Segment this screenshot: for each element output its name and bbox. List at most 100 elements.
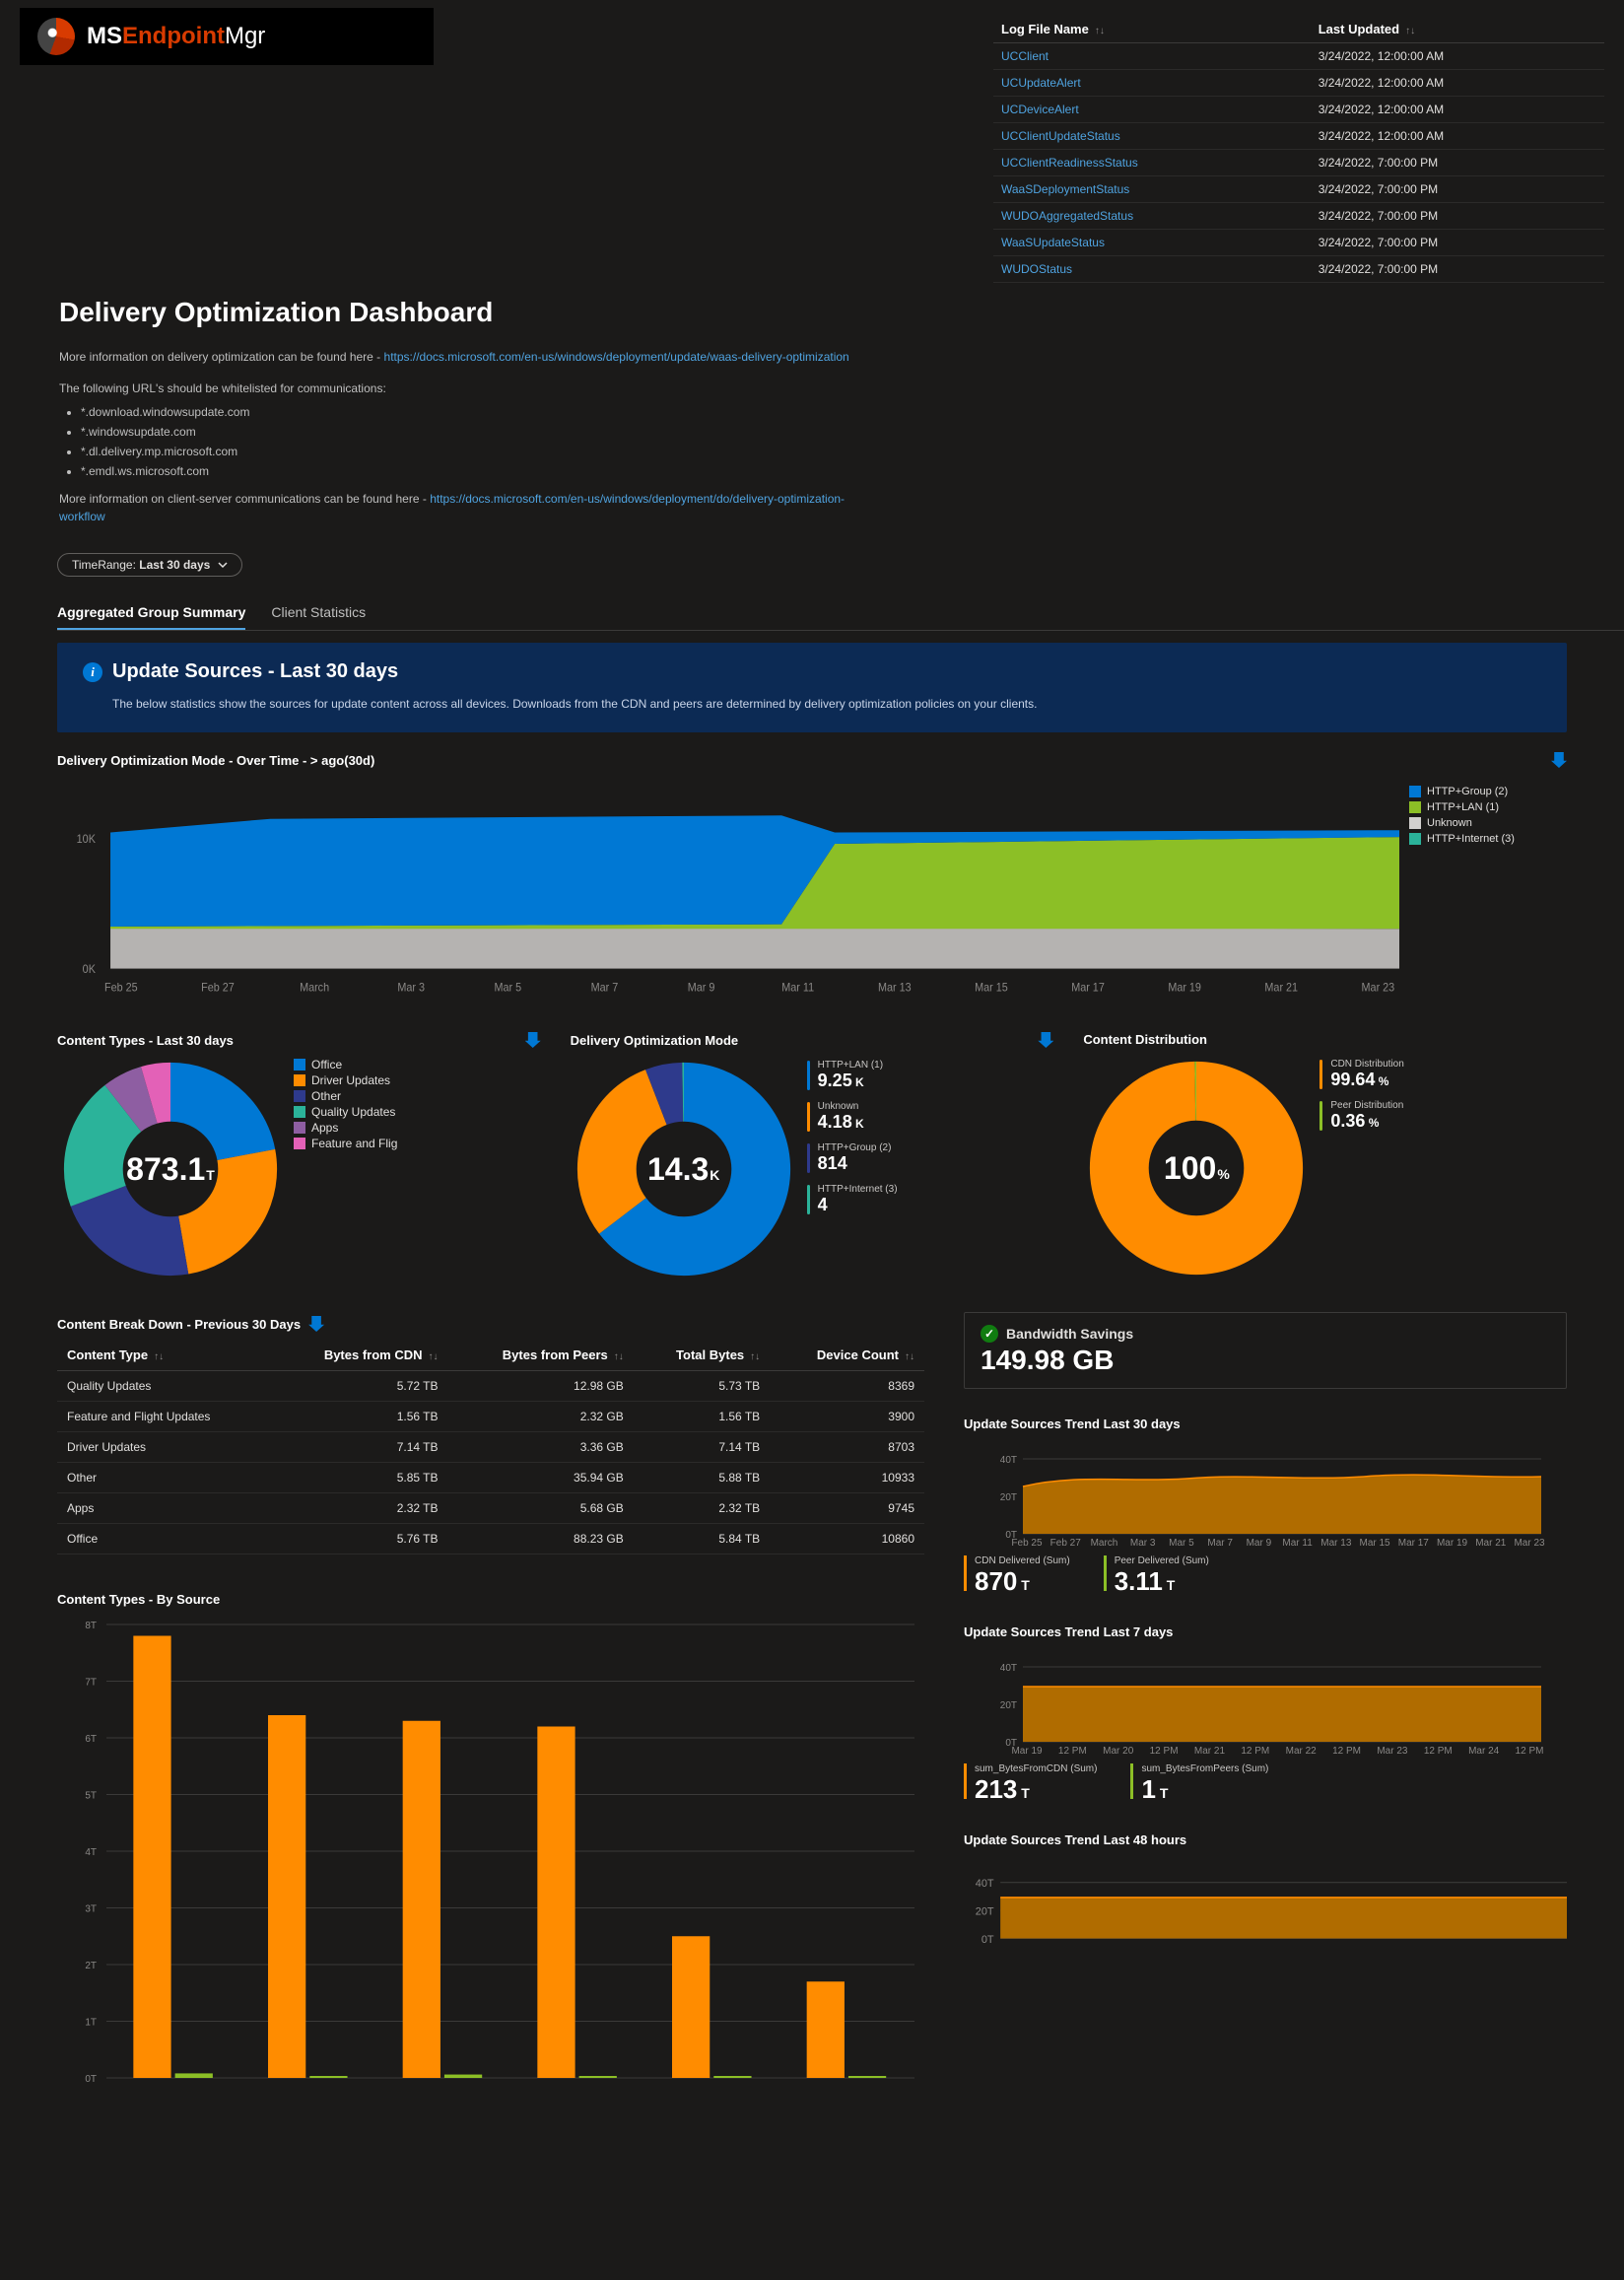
col-content-type[interactable]: Content Type↑↓ — [57, 1340, 272, 1371]
svg-text:Mar 7: Mar 7 — [591, 982, 619, 994]
sort-icon[interactable]: ↑↓ — [1095, 26, 1105, 36]
col-peers[interactable]: Bytes from Peers↑↓ — [448, 1340, 634, 1371]
sort-icon[interactable]: ↑↓ — [614, 1351, 624, 1362]
trend-stat: CDN Delivered (Sum)870 T — [964, 1555, 1070, 1597]
log-file-link[interactable]: WUDOAggregatedStatus — [993, 203, 1311, 230]
trend7-title: Update Sources Trend Last 7 days — [964, 1624, 1173, 1639]
svg-text:Mar 21: Mar 21 — [1264, 982, 1298, 994]
log-file-link[interactable]: WaaSUpdateStatus — [993, 230, 1311, 256]
log-file-link[interactable]: UCUpdateAlert — [993, 70, 1311, 97]
log-col-name[interactable]: Log File Name↑↓ — [993, 16, 1311, 43]
check-icon: ✓ — [981, 1325, 998, 1343]
svg-text:12 PM: 12 PM — [1150, 1746, 1179, 1756]
svg-text:Mar 11: Mar 11 — [781, 982, 814, 994]
table-row: Office5.76 TB88.23 GB5.84 TB10860 — [57, 1524, 924, 1555]
svg-text:Mar 23: Mar 23 — [1362, 982, 1395, 994]
col-total[interactable]: Total Bytes↑↓ — [634, 1340, 770, 1371]
svg-text:Mar 3: Mar 3 — [1130, 1538, 1156, 1548]
log-file-link[interactable]: UCClient — [993, 43, 1311, 70]
log-updated: 3/24/2022, 12:00:00 AM — [1311, 70, 1604, 97]
log-file-link[interactable]: WaaSDeploymentStatus — [993, 176, 1311, 203]
sort-icon[interactable]: ↑↓ — [905, 1351, 914, 1362]
chevron-down-icon — [218, 560, 228, 570]
trend-stat: sum_BytesFromPeers (Sum)1 T — [1130, 1763, 1268, 1805]
breakdown-table: Content Type↑↓ Bytes from CDN↑↓ Bytes fr… — [57, 1340, 924, 1555]
page-title: Delivery Optimization Dashboard — [59, 297, 1624, 328]
tab-client-statistics[interactable]: Client Statistics — [271, 594, 366, 630]
table-row: UCDeviceAlert3/24/2022, 12:00:00 AM — [993, 97, 1604, 123]
log-file-link[interactable]: UCClientReadinessStatus — [993, 150, 1311, 176]
donut-content-distribution[interactable]: 100% — [1083, 1055, 1310, 1281]
sort-icon[interactable]: ↑↓ — [154, 1351, 164, 1362]
table-row: UCUpdateAlert3/24/2022, 12:00:00 AM — [993, 70, 1604, 97]
svg-text:2T: 2T — [85, 1961, 97, 1971]
sort-icon[interactable]: ↑↓ — [750, 1351, 760, 1362]
svg-text:Mar 24: Mar 24 — [1468, 1746, 1500, 1756]
svg-text:Mar 3: Mar 3 — [397, 982, 425, 994]
legend-item: HTTP+Group (2) — [1409, 786, 1567, 797]
svg-text:Mar 19: Mar 19 — [1168, 982, 1201, 994]
intro-block: More information on delivery optimizatio… — [59, 348, 867, 525]
svg-text:20T: 20T — [976, 1905, 994, 1917]
donut-content-types[interactable]: 873.1T — [57, 1056, 284, 1282]
svg-text:Feb 27: Feb 27 — [201, 982, 235, 994]
log-file-link[interactable]: UCClientUpdateStatus — [993, 123, 1311, 150]
whitelist-item: *.emdl.ws.microsoft.com — [81, 462, 867, 480]
log-updated: 3/24/2022, 12:00:00 AM — [1311, 123, 1604, 150]
bysource-chart[interactable]: 0T1T2T3T4T5T6T7T8T — [57, 1615, 924, 2098]
svg-text:Mar 9: Mar 9 — [1247, 1538, 1272, 1548]
pin-icon[interactable] — [1551, 752, 1567, 768]
svg-text:Feb 25: Feb 25 — [1011, 1538, 1043, 1548]
area-chart[interactable]: 0K 10K Feb 25Feb 27MarchMar 3Mar 5Mar 7M… — [57, 776, 1567, 1002]
svg-text:12 PM: 12 PM — [1058, 1746, 1087, 1756]
log-col-updated[interactable]: Last Updated↑↓ — [1311, 16, 1604, 43]
whitelist-item: *.dl.delivery.mp.microsoft.com — [81, 443, 867, 460]
svg-text:12 PM: 12 PM — [1332, 1746, 1361, 1756]
svg-text:Mar 13: Mar 13 — [878, 982, 912, 994]
area-legend: HTTP+Group (2)HTTP+LAN (1)UnknownHTTP+In… — [1399, 776, 1567, 1002]
log-updated: 3/24/2022, 7:00:00 PM — [1311, 256, 1604, 283]
col-cdn[interactable]: Bytes from CDN↑↓ — [272, 1340, 448, 1371]
whitelist-item: *.windowsupdate.com — [81, 423, 867, 441]
svg-text:Mar 23: Mar 23 — [1377, 1746, 1408, 1756]
pin-icon[interactable] — [308, 1316, 324, 1332]
tab-aggregated-summary[interactable]: Aggregated Group Summary — [57, 594, 245, 630]
trend7-chart[interactable]: 0T 20T 40T Mar 1912 PMMar 2012 PMMar 211… — [964, 1647, 1567, 1756]
svg-text:Mar 17: Mar 17 — [1398, 1538, 1430, 1548]
savings-value: 149.98 GB — [981, 1345, 1497, 1376]
log-updated: 3/24/2022, 7:00:00 PM — [1311, 203, 1604, 230]
trend30-chart[interactable]: 0T 20T 40T Feb 25Feb 27MarchMar 3Mar 5Ma… — [964, 1439, 1567, 1548]
log-file-link[interactable]: WUDOStatus — [993, 256, 1311, 283]
brand: MSEndpointMgr — [20, 8, 434, 65]
col-devices[interactable]: Device Count↑↓ — [770, 1340, 924, 1371]
sort-icon[interactable]: ↑↓ — [1405, 26, 1415, 36]
donut-ct-title: Content Types - Last 30 days — [57, 1033, 234, 1048]
bysource-title: Content Types - By Source — [57, 1592, 220, 1607]
donut-do-mode[interactable]: 14.3K — [571, 1056, 797, 1282]
svg-text:Mar 17: Mar 17 — [1071, 982, 1105, 994]
stat-item: HTTP+Internet (3)4 — [807, 1184, 1054, 1215]
svg-text:4T: 4T — [85, 1847, 97, 1858]
sort-icon[interactable]: ↑↓ — [429, 1351, 439, 1362]
intro1-link[interactable]: https://docs.microsoft.com/en-us/windows… — [384, 350, 849, 364]
trend48-chart[interactable]: 0T 20T 40T — [964, 1855, 1567, 1964]
svg-text:Feb 27: Feb 27 — [1050, 1538, 1082, 1548]
legend-item: Unknown — [1409, 817, 1567, 829]
pin-icon[interactable] — [1038, 1032, 1053, 1048]
legend-item: HTTP+Internet (3) — [1409, 833, 1567, 845]
table-row: UCClientReadinessStatus3/24/2022, 7:00:0… — [993, 150, 1604, 176]
bandwidth-savings-card: ✓ Bandwidth Savings 149.98 GB — [964, 1312, 1567, 1389]
svg-text:12 PM: 12 PM — [1241, 1746, 1269, 1756]
log-updated: 3/24/2022, 7:00:00 PM — [1311, 150, 1604, 176]
table-row: Quality Updates5.72 TB12.98 GB5.73 TB836… — [57, 1371, 924, 1402]
svg-text:3T: 3T — [85, 1904, 97, 1915]
log-file-link[interactable]: UCDeviceAlert — [993, 97, 1311, 123]
svg-text:20T: 20T — [1000, 1492, 1017, 1503]
svg-text:Mar 19: Mar 19 — [1437, 1538, 1468, 1548]
intro2: The following URL's should be whiteliste… — [59, 380, 867, 397]
svg-text:Mar 5: Mar 5 — [1169, 1538, 1194, 1548]
stat-item: Unknown4.18 K — [807, 1101, 1054, 1133]
pin-icon[interactable] — [525, 1032, 541, 1048]
time-range-dropdown[interactable]: TimeRange: Last 30 days — [57, 553, 242, 577]
brand-part3: Mgr — [225, 23, 265, 49]
